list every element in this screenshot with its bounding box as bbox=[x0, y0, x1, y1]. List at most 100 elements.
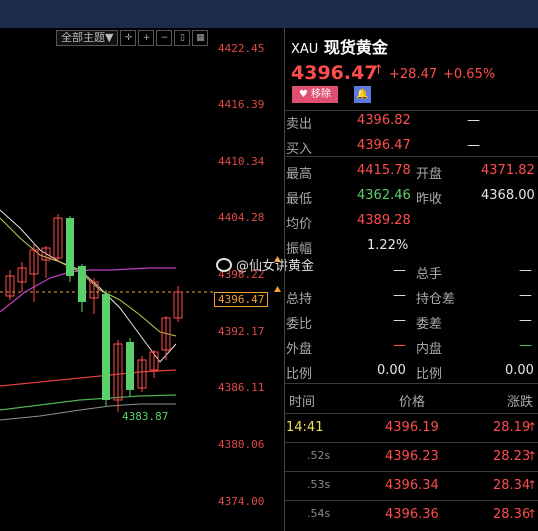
ask-value: 4396.82 bbox=[357, 113, 411, 128]
top-bar bbox=[0, 0, 538, 28]
tick-price: 4396.19 bbox=[385, 420, 439, 435]
divider bbox=[285, 442, 538, 443]
stat-value: — bbox=[519, 338, 532, 353]
y-tick: 4404.28 bbox=[218, 211, 265, 224]
stat-row: 振幅 1.22% bbox=[285, 233, 538, 258]
stat-label: 总持 bbox=[286, 292, 313, 307]
stat-row: 均价 4389.28 bbox=[285, 208, 538, 233]
stat-label: 委差 bbox=[416, 317, 443, 332]
stat-value: — bbox=[519, 313, 532, 328]
remove-watchlist-button[interactable]: ♥ 移除 bbox=[292, 86, 338, 103]
stat-label: 最高 bbox=[286, 167, 313, 182]
stat-row: 最低 4362.46 昨收 4368.00 bbox=[285, 183, 538, 208]
tick-change: 28.34 bbox=[493, 478, 531, 493]
heart-icon: ♥ bbox=[299, 89, 308, 100]
ma-line-red bbox=[0, 369, 177, 387]
stat-value: — bbox=[519, 288, 532, 303]
stat-row: 委比 — 委差 — bbox=[285, 308, 538, 333]
candle bbox=[102, 294, 110, 400]
stat-value: — bbox=[393, 338, 406, 353]
price-marker-triangle bbox=[274, 286, 281, 292]
ma-line-green bbox=[0, 394, 177, 411]
divider bbox=[285, 413, 538, 414]
ask-row: 卖出 4396.82 — bbox=[285, 108, 538, 133]
divider bbox=[285, 156, 538, 157]
stat-label: 委比 bbox=[286, 317, 313, 332]
stat-value: — bbox=[393, 288, 406, 303]
stat-row: 比例 0.00 比例 0.00 bbox=[285, 358, 538, 383]
stat-label: 开盘 bbox=[416, 167, 443, 182]
stat-label: 外盘 bbox=[286, 342, 313, 357]
tick-change: 28.36 bbox=[493, 507, 531, 522]
divider bbox=[285, 383, 538, 384]
ask-label: 卖出 bbox=[286, 117, 313, 132]
ask-size: — bbox=[467, 113, 480, 128]
stat-value: — bbox=[519, 263, 532, 278]
stat-value: 4362.46 bbox=[357, 188, 411, 203]
divider bbox=[285, 500, 538, 501]
stat-value: 4415.78 bbox=[357, 163, 411, 178]
tick-change: 28.19 bbox=[493, 420, 531, 435]
y-tick: 4380.06 bbox=[218, 438, 265, 451]
arrow-up-icon: ↑ bbox=[527, 478, 538, 492]
bid-size: — bbox=[467, 138, 480, 153]
remove-label: 移除 bbox=[310, 89, 331, 100]
stat-value: 4371.82 bbox=[481, 163, 535, 178]
stat-value: 4389.28 bbox=[357, 213, 411, 228]
tick-row: 14:41 4396.19 28.19 ↑ bbox=[285, 415, 538, 440]
stat-value: 0.00 bbox=[505, 363, 534, 378]
stat-value: — bbox=[393, 263, 406, 278]
price-change-pct: +0.65% bbox=[443, 67, 496, 82]
tick-time: .52s bbox=[307, 449, 331, 462]
tick-row: .53s 4396.34 28.34 ↑ bbox=[285, 473, 538, 498]
tick-price: 4396.36 bbox=[385, 507, 439, 522]
y-tick: 4422.45 bbox=[218, 42, 265, 55]
zoom-in-icon[interactable]: + bbox=[138, 30, 155, 46]
ticks-header: 时间 价格 涨跌 bbox=[285, 386, 538, 411]
last-price: 4396.47 bbox=[291, 62, 378, 84]
layout-icon[interactable]: ▯ bbox=[174, 30, 191, 46]
stat-value: — bbox=[393, 313, 406, 328]
candle bbox=[78, 266, 86, 302]
tick-row: .54s 4396.36 28.36 ↑ bbox=[285, 502, 538, 527]
bid-row: 买入 4396.47 — bbox=[285, 133, 538, 158]
tick-time: .54s bbox=[307, 507, 331, 520]
stat-label: 内盘 bbox=[416, 342, 443, 357]
tick-price: 4396.34 bbox=[385, 478, 439, 493]
grid-icon[interactable]: ▦ bbox=[192, 30, 209, 46]
bell-icon[interactable]: 🔔 bbox=[354, 86, 371, 103]
stat-value: 1.22% bbox=[367, 238, 409, 253]
candle bbox=[66, 218, 74, 276]
stat-row: 外盘 — 内盘 — bbox=[285, 333, 538, 358]
current-price-tag: 4396.47 bbox=[214, 292, 269, 307]
stat-label: 比例 bbox=[416, 367, 443, 382]
tick-row: .52s 4396.23 28.23 ↑ bbox=[285, 444, 538, 469]
zoom-out-icon[interactable]: − bbox=[156, 30, 173, 46]
tick-time: .53s bbox=[307, 478, 331, 491]
stat-value: 0.00 bbox=[377, 363, 406, 378]
tick-change: 28.23 bbox=[493, 449, 531, 464]
y-tick: 4374.00 bbox=[218, 495, 265, 508]
stat-label: 昨收 bbox=[416, 192, 443, 207]
arrow-up-icon: ↑ bbox=[527, 420, 538, 434]
y-tick: 4416.39 bbox=[218, 98, 265, 111]
arrow-up-icon: ↑ bbox=[527, 507, 538, 521]
col-price: 价格 bbox=[399, 395, 426, 410]
quote-panel: XAU 现货黄金 4396.47 ↑ +28.47 +0.65% ♥ 移除 🔔 … bbox=[284, 28, 538, 531]
arrow-up-icon: ↑ bbox=[373, 63, 384, 78]
stat-label: 总手 bbox=[416, 267, 443, 282]
stat-row: 总持 — 持仓差 — bbox=[285, 283, 538, 308]
y-tick: 4392.17 bbox=[218, 325, 265, 338]
stat-label: 振幅 bbox=[286, 242, 313, 257]
stat-value: 4368.00 bbox=[481, 188, 535, 203]
stat-row: 最高 4415.78 开盘 4371.82 bbox=[285, 158, 538, 183]
bid-label: 买入 bbox=[286, 142, 313, 157]
price-change: +28.47 bbox=[389, 67, 438, 82]
tick-price: 4396.23 bbox=[385, 449, 439, 464]
stat-label: 均价 bbox=[286, 217, 313, 232]
arrow-up-icon: ↑ bbox=[527, 449, 538, 463]
theme-dropdown[interactable]: 全部主题▼ bbox=[56, 30, 119, 46]
crosshair-icon[interactable]: ✛ bbox=[120, 30, 137, 46]
tick-time: 14:41 bbox=[286, 420, 324, 435]
col-time: 时间 bbox=[289, 395, 316, 410]
